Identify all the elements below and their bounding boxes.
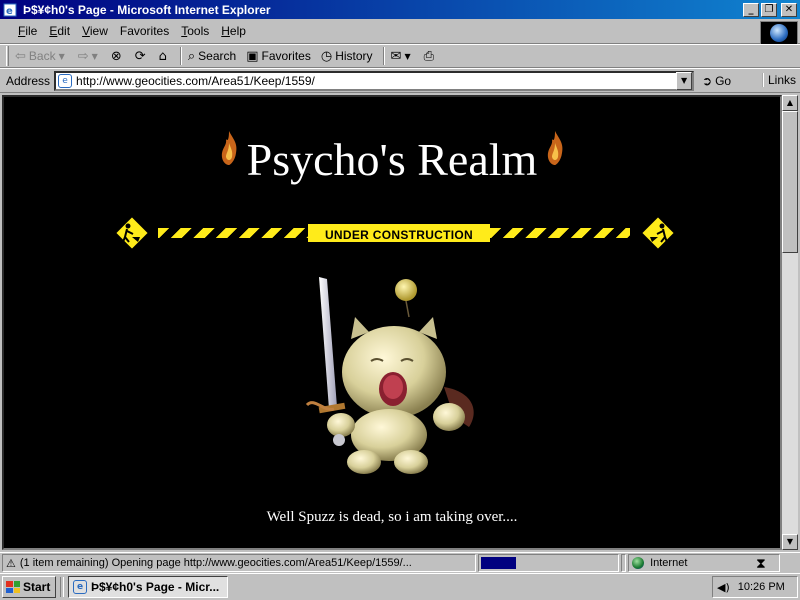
window-title: Þ$¥¢h0's Page - Microsoft Internet Explo… (23, 2, 271, 17)
svg-text:e: e (6, 6, 13, 17)
construction-worker-sign-icon (640, 215, 676, 251)
toolbar-grip[interactable] (6, 46, 9, 66)
dropdown-arrow-icon: ▼ (91, 51, 98, 61)
history-button[interactable]: ◷ History (321, 49, 373, 64)
windows-logo-icon (6, 581, 20, 593)
forward-arrow-icon: ⇨ (77, 48, 89, 64)
search-icon: ⌕ (187, 48, 196, 64)
status-pane-blank (621, 554, 627, 572)
construction-worker-sign-icon (114, 215, 150, 251)
dropdown-arrow-icon: ▼ (58, 51, 65, 61)
page-heading: Psycho's Realm (246, 134, 538, 185)
clock[interactable]: 10:26 PM (738, 581, 785, 593)
window-titlebar[interactable]: e Þ$¥¢h0's Page - Microsoft Internet Exp… (0, 0, 800, 19)
progress-pane (478, 554, 620, 572)
menu-file[interactable]: File (18, 24, 37, 38)
taskbar-window-button[interactable]: e Þ$¥¢h0's Page - Micr... (68, 576, 228, 598)
volume-speaker-icon[interactable]: ◀) (717, 581, 730, 594)
search-button[interactable]: ⌕ Search (188, 49, 236, 64)
stop-icon: ⊗ (110, 48, 122, 64)
taskbar: Start e Þ$¥¢h0's Page - Micr... ◀) 10:26… (0, 573, 800, 600)
close-button[interactable]: ✕ (781, 2, 797, 17)
refresh-icon: ⟳ (134, 48, 146, 64)
ie-page-icon: e (3, 3, 17, 17)
standard-toolbar: ⇦ Back ▼ ⇨ ▼ ⊗ ⟳ ⌂ ⌕ Search ▣ Favorites … (0, 44, 800, 68)
address-url: http://www.geocities.com/Area51/Keep/155… (76, 73, 315, 88)
menubar: File Edit View Favorites Tools Help (0, 19, 800, 44)
mail-button[interactable]: ✉ ▼ (391, 49, 414, 64)
under-construction-banner: UNDER CONSTRUCTION (110, 213, 682, 253)
forward-button[interactable]: ⇨ ▼ (78, 49, 101, 64)
printer-icon: ⎙ (423, 48, 435, 64)
page-caption: Well Spuzz is dead, so i am taking over.… (266, 509, 518, 525)
mail-icon: ✉ (390, 48, 402, 64)
address-bar: Address e http://www.geocities.com/Area5… (0, 68, 800, 93)
warning-icon: ⚠ (6, 556, 16, 570)
address-label: Address (6, 73, 51, 88)
system-tray: ◀) 10:26 PM (712, 576, 798, 598)
links-button[interactable]: Links (761, 73, 796, 87)
scroll-down-button[interactable]: ▼ (782, 534, 798, 550)
menu-favorites[interactable]: Favorites (120, 24, 169, 38)
toolbar-separator (382, 47, 385, 65)
history-icon: ◷ (320, 48, 333, 64)
address-dropdown-button[interactable]: ▼ (676, 71, 693, 90)
status-text-pane: ⚠ (1 item remaining) Opening page http:/… (2, 554, 477, 572)
start-button[interactable]: Start (2, 576, 56, 598)
ie-page-icon: e (73, 580, 87, 594)
menu-edit[interactable]: Edit (49, 24, 70, 38)
resize-grip[interactable] (782, 554, 800, 572)
scroll-up-button[interactable]: ▲ (782, 95, 798, 111)
menu-tools[interactable]: Tools (181, 24, 209, 38)
ie-throbber-logo (760, 21, 798, 45)
page-icon: e (58, 73, 73, 88)
status-bar: ⚠ (1 item remaining) Opening page http:/… (0, 552, 800, 573)
go-arrow-icon: ➲ (702, 73, 713, 88)
menu-help[interactable]: Help (221, 24, 246, 38)
favorites-button[interactable]: ▣ Favorites (246, 49, 311, 64)
favorites-icon: ▣ (246, 48, 259, 64)
zone-label: Internet (650, 557, 688, 569)
refresh-button[interactable]: ⟳ (135, 49, 149, 64)
flame-icon (547, 131, 563, 165)
quicklaunch-separator (60, 577, 64, 597)
status-text: (1 item remaining) Opening page http://w… (19, 557, 412, 569)
vertical-scrollbar[interactable]: ▲ ▼ (782, 95, 798, 550)
stop-button[interactable]: ⊗ (111, 49, 125, 64)
back-arrow-icon: ⇦ (15, 48, 26, 64)
home-icon: ⌂ (158, 48, 167, 64)
under-construction-label: UNDER CONSTRUCTION (308, 222, 490, 244)
internet-globe-icon (632, 557, 645, 569)
print-button[interactable]: ⎙ (424, 49, 437, 64)
home-button[interactable]: ⌂ (159, 49, 170, 64)
moogle-with-sword-image (305, 277, 474, 474)
toolbar-separator (179, 47, 182, 65)
menu-view[interactable]: View (82, 24, 108, 38)
progress-bar-fill (481, 557, 516, 569)
scroll-thumb[interactable] (782, 111, 798, 253)
hazard-stripe (490, 228, 630, 238)
go-button[interactable]: ➲ Go (702, 74, 731, 88)
minimize-button[interactable]: _ (743, 2, 759, 17)
address-input[interactable]: e http://www.geocities.com/Area51/Keep/1… (54, 70, 695, 91)
globe-icon (770, 24, 788, 42)
hazard-stripe (158, 228, 308, 238)
page-viewport[interactable]: Psycho's Realm UNDER CONSTRUCTION Well S… (2, 95, 782, 550)
back-button[interactable]: ⇦ Back ▼ (15, 49, 68, 64)
hourglass-cursor-icon: ⧗ (756, 556, 766, 572)
dropdown-arrow-icon: ▼ (404, 51, 411, 61)
maximize-button[interactable]: ❐ (761, 2, 777, 17)
